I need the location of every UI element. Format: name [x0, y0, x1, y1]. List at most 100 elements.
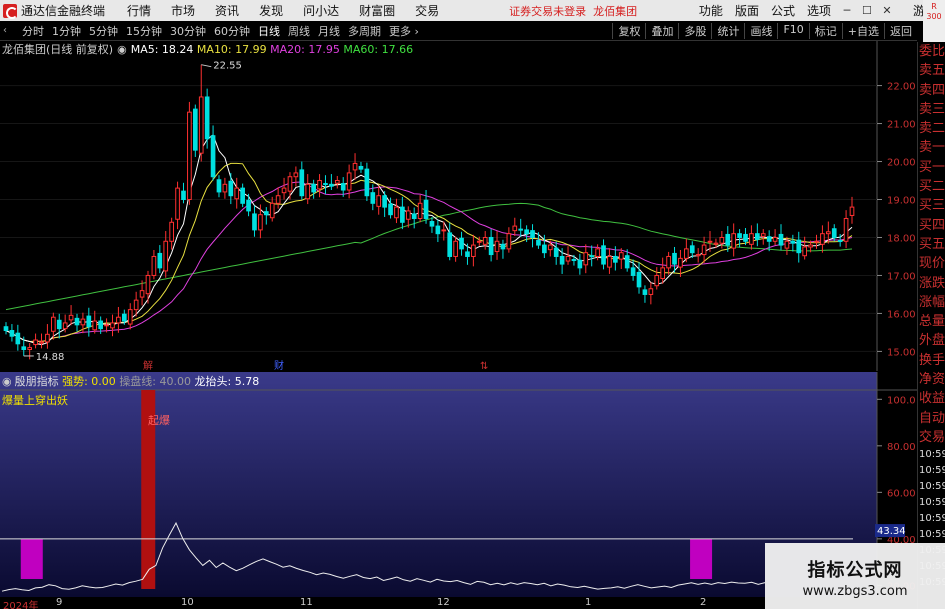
candle [512, 217, 518, 236]
menu-market[interactable]: 市场 [171, 2, 195, 19]
broker-login-status[interactable]: 证券交易未登录 龙佰集团 [509, 3, 637, 19]
menu-quotes[interactable]: 行情 [127, 2, 151, 19]
mark-button[interactable]: 标记 [808, 22, 842, 39]
candle [382, 191, 387, 217]
auto-trade-item[interactable]: 交易 [918, 428, 945, 447]
quote-sidebar: 委比 卖五 卖四 卖三 卖二 卖一 买一 买二 买三 买四 买五 现价 涨跌 涨幅 总量 外盘 换手 净资 收益 自动… [917, 42, 945, 609]
period-weekly[interactable]: 周线 [288, 23, 310, 39]
sidebar-item[interactable]: 卖三 [918, 100, 945, 119]
overlay-button[interactable]: 叠加 [645, 22, 678, 39]
tick-time: 10:59 [919, 529, 945, 541]
watermark-title: 指标公式网 [807, 560, 903, 581]
indicator-name[interactable]: 殷朋指标 [15, 373, 59, 389]
ma20-value: MA20: 17.95 [270, 42, 340, 56]
menu-bar: 通达信金融终端 行情 市场 资讯 发现 问小达 财富圈 交易 证券交易未登录 龙… [0, 0, 945, 21]
sidebar-item[interactable]: 买二 [918, 177, 945, 196]
back-button[interactable]: 返回 [884, 22, 917, 39]
sidebar-item[interactable]: 收益 [918, 389, 945, 408]
multi-stock-button[interactable]: 多股 [678, 22, 711, 39]
candle [163, 231, 169, 278]
period-30min[interactable]: 30分钟 [170, 23, 206, 39]
sidebar-item[interactable]: 外盘 [918, 331, 945, 350]
candle [429, 216, 435, 233]
candle [589, 245, 595, 267]
indicator-strong: 强势: 0.00 [62, 375, 116, 388]
sidebar-item[interactable]: 买一 [918, 158, 945, 177]
sidebar-item[interactable]: 涨幅 [918, 293, 945, 312]
sidebar-item[interactable]: 净资 [918, 370, 945, 389]
event-marker[interactable]: ⇅ [480, 361, 488, 371]
candle [334, 175, 340, 189]
candle [494, 231, 500, 260]
candle [843, 210, 849, 249]
candlestick-chart[interactable]: 15.00 16.00 17.00 18.00 19.00 20.00 21.00 22.00… [0, 41, 917, 371]
sidebar-item[interactable]: 涨跌 [918, 274, 945, 293]
menu-ask[interactable]: 问小达 [303, 2, 339, 19]
sidebar-item[interactable]: 换手 [918, 351, 945, 370]
candle [33, 333, 38, 349]
event-marker[interactable]: 财 [274, 359, 284, 371]
candle [210, 125, 216, 181]
period-intraday[interactable]: 分时 [22, 23, 44, 39]
sidebar-item[interactable]: 卖二 [918, 119, 945, 138]
minimize-icon[interactable]: ─ [837, 4, 857, 17]
menu-news[interactable]: 资讯 [215, 2, 239, 19]
menu-wealth[interactable]: 财富圈 [359, 2, 395, 19]
auto-trade-item[interactable]: 自动 [918, 409, 945, 428]
period-1min[interactable]: 1分钟 [52, 23, 81, 39]
menu-trade[interactable]: 交易 [415, 2, 439, 19]
sidebar-item[interactable]: 卖一 [918, 138, 945, 157]
period-multi[interactable]: 多周期 [348, 23, 381, 39]
candle [222, 177, 228, 199]
adjust-button[interactable]: 复权 [612, 22, 645, 39]
draw-button[interactable]: 画线 [744, 22, 777, 39]
candle [110, 314, 115, 337]
indicator-settings-icon[interactable]: ◉ [2, 375, 12, 388]
stats-button[interactable]: 统计 [711, 22, 744, 39]
indicator-title: 爆量上穿出妖 [2, 394, 68, 407]
sidebar-item[interactable]: 卖五 [918, 61, 945, 80]
y-tick-label: 21.00 [887, 120, 916, 131]
chevron-left-icon[interactable]: ‹ [3, 25, 15, 37]
candle [749, 225, 754, 250]
menu-discover[interactable]: 发现 [259, 2, 283, 19]
candle [849, 196, 855, 224]
menu-functions[interactable]: 功能 [699, 2, 723, 19]
add-watchlist-button[interactable]: +自选 [841, 22, 884, 39]
candle [116, 306, 121, 333]
close-icon[interactable]: ✕ [877, 4, 897, 17]
sidebar-item[interactable]: 买四 [918, 216, 945, 235]
period-5min[interactable]: 5分钟 [89, 23, 118, 39]
x-tick-sep: 9 [56, 597, 63, 608]
sidebar-item[interactable]: 委比 [918, 42, 945, 61]
candle [500, 239, 506, 259]
candle [376, 185, 382, 215]
ma60-line [5, 202, 853, 311]
settings-icon[interactable]: ◉ [117, 43, 127, 56]
period-more[interactable]: 更多 › [389, 23, 419, 39]
sidebar-item[interactable]: 买三 [918, 196, 945, 215]
price-annotation: 22.55 [213, 61, 242, 72]
sidebar-item[interactable]: 总量 [918, 312, 945, 331]
event-marker[interactable]: 解 [143, 359, 153, 371]
period-15min[interactable]: 15分钟 [126, 23, 162, 39]
sidebar-item[interactable]: 买五 [918, 235, 945, 254]
y-tick-label: 17.00 [887, 271, 916, 282]
f10-button[interactable]: F10 [777, 22, 808, 39]
period-daily[interactable]: 日线 [258, 23, 280, 39]
maximize-icon[interactable]: ☐ [857, 4, 877, 17]
menu-options[interactable]: 选项 [807, 2, 831, 19]
sidebar-item[interactable]: 现价 [918, 254, 945, 273]
menu-formula[interactable]: 公式 [771, 2, 795, 19]
candle [778, 224, 784, 251]
candle [246, 193, 251, 217]
period-monthly[interactable]: 月线 [318, 23, 340, 39]
candle [618, 248, 624, 269]
candle [820, 225, 825, 253]
menu-layout[interactable]: 版面 [735, 2, 759, 19]
candle [530, 224, 535, 248]
stock-name[interactable]: 龙佰集团(日线 前复权) [2, 41, 113, 57]
y-tick-label: 60.00 [887, 488, 916, 499]
sidebar-item[interactable]: 卖四 [918, 81, 945, 100]
period-60min[interactable]: 60分钟 [214, 23, 250, 39]
